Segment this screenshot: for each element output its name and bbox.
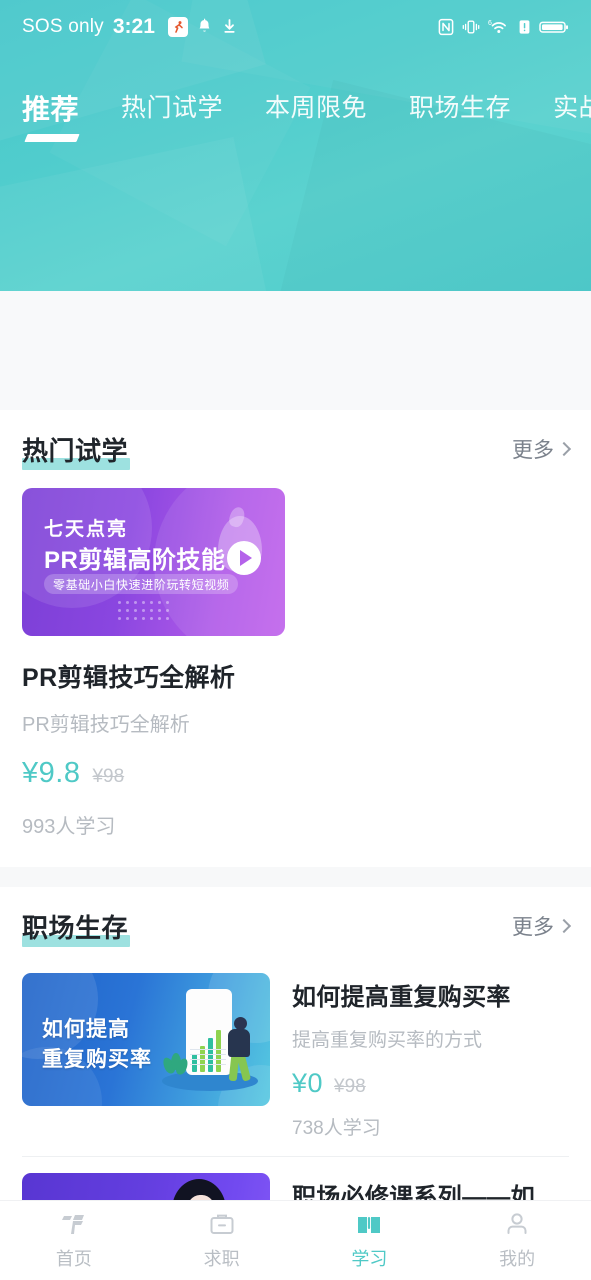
chevron-right-icon [556, 918, 572, 934]
nav-item-profile[interactable]: 我的 [443, 1210, 591, 1271]
course-info: 如何提高重复购买率 提高重复购买率的方式 ¥0 ¥98 738人学习 [292, 973, 569, 1140]
study-glyph-icon [59, 1210, 89, 1238]
tab-practical[interactable]: 实战 [553, 88, 591, 124]
price-row: ¥9.8 ¥98 [22, 757, 569, 790]
nav-item-study[interactable]: 学习 [296, 1210, 444, 1271]
course-thumbnail[interactable]: 如何提高 重复购买率 [22, 973, 270, 1106]
more-label: 更多 [512, 916, 554, 939]
section-workplace: 职场生存 更多 如何提高 重复购买率 如何提高重复购买率 提高重复购买率的方式 … [0, 887, 591, 1210]
section-title-wrap: 职场生存 [22, 908, 131, 947]
play-button[interactable] [227, 541, 261, 575]
more-link-workplace[interactable]: 更多 [512, 911, 572, 941]
sim-alert-icon [518, 18, 531, 36]
course-subtitle: PR剪辑技巧全解析 [22, 714, 190, 736]
download-icon [221, 18, 238, 36]
nav-label: 求职 [203, 1249, 240, 1269]
thumb-headline-2: 重复购买率 [42, 1048, 152, 1071]
section-title: 热门试学 [22, 435, 129, 466]
thumb-headline-2: PR剪辑高阶技能 [44, 547, 226, 574]
category-tab-bar[interactable]: 推荐 热门试学 本周限免 职场生存 实战 [0, 88, 591, 152]
nav-item-home[interactable]: 首页 [0, 1210, 148, 1271]
person-body [228, 1029, 250, 1057]
thumb-headline-1: 如何提高 [42, 1018, 130, 1041]
course-title: PR剪辑技巧全解析 [22, 664, 236, 692]
tab-label: 实战 [553, 94, 591, 122]
tab-label: 职场生存 [409, 94, 512, 122]
tab-label: 热门试学 [121, 94, 224, 122]
clock-label: 3:21 [112, 15, 155, 38]
chart-bar [216, 1030, 221, 1072]
section-title: 职场生存 [22, 912, 129, 943]
person-icon [502, 1210, 532, 1238]
nav-label: 首页 [55, 1249, 92, 1269]
status-bar: SOS only 3:21 6 [0, 0, 591, 54]
learner-count: 993人学习 [22, 816, 116, 838]
course-subtitle: 提高重复购买率的方式 [292, 1030, 483, 1051]
vibrate-icon [462, 18, 480, 36]
carrier-label: SOS only [22, 16, 104, 37]
tab-label: 推荐 [22, 94, 80, 125]
chevron-right-icon [556, 441, 572, 457]
app-running-icon [167, 17, 188, 37]
thumb-subtitle-pill: 零基础小白快速进阶玩转短视频 [44, 574, 239, 594]
section-title-wrap: 热门试学 [22, 431, 131, 470]
status-bar-right: 6 [438, 18, 569, 36]
nav-label: 我的 [499, 1249, 536, 1269]
book-icon [354, 1210, 384, 1238]
course-title: 如何提高重复购买率 [292, 984, 511, 1011]
tab-recommend[interactable]: 推荐 [22, 88, 80, 142]
phone-text-lines [190, 1049, 226, 1050]
original-price: ¥98 [334, 1076, 366, 1097]
chart-bar [208, 1038, 213, 1072]
current-price: ¥9.8 [22, 757, 81, 789]
tab-active-indicator [24, 134, 80, 142]
nav-item-jobs[interactable]: 求职 [148, 1210, 296, 1271]
tab-label: 本周限免 [265, 94, 368, 122]
nav-label: 学习 [351, 1249, 388, 1269]
section-header: 职场生存 更多 [22, 887, 572, 965]
svg-text:6: 6 [488, 20, 492, 27]
banner-carousel[interactable] [0, 291, 591, 410]
course-list-item[interactable]: 如何提高 重复购买率 如何提高重复购买率 提高重复购买率的方式 ¥0 ¥98 7… [22, 965, 569, 1140]
price-row: ¥0 ¥98 [292, 1068, 569, 1099]
current-price: ¥0 [292, 1068, 324, 1098]
chart-bar [192, 1054, 197, 1072]
tab-workplace[interactable]: 职场生存 [409, 88, 511, 124]
more-label: 更多 [512, 439, 554, 462]
bell-icon [196, 18, 213, 36]
thumb-headline-1: 七天点亮 [44, 519, 129, 540]
battery-icon [539, 18, 569, 36]
tab-week-free[interactable]: 本周限免 [265, 88, 367, 124]
thumb-dot-grid [118, 601, 174, 625]
status-bar-left: SOS only 3:21 [22, 15, 238, 39]
section-hot-trial: 热门试学 更多 七天点亮 PR剪辑高阶技能 零基础小白快速进阶玩转短视频 PR剪… [0, 410, 591, 839]
briefcase-icon [207, 1210, 237, 1238]
plant-illustration [160, 1053, 191, 1077]
more-link-hot-trial[interactable]: 更多 [512, 434, 572, 464]
learner-count: 738人学习 [292, 1118, 381, 1139]
section-divider [0, 867, 591, 887]
wifi-6-icon: 6 [488, 18, 510, 36]
section-header: 热门试学 更多 [22, 410, 572, 488]
content-scroll-area[interactable]: 热门试学 更多 七天点亮 PR剪辑高阶技能 零基础小白快速进阶玩转短视频 PR剪… [0, 410, 591, 1210]
original-price: ¥98 [92, 766, 125, 787]
tab-hot-trial[interactable]: 热门试学 [121, 88, 223, 124]
nfc-icon [438, 18, 454, 36]
person-head [234, 1017, 247, 1030]
featured-course-card[interactable]: 七天点亮 PR剪辑高阶技能 零基础小白快速进阶玩转短视频 PR剪辑技巧全解析 P… [22, 488, 569, 839]
bottom-navigation-bar[interactable]: 首页 求职 学习 我的 [0, 1200, 591, 1280]
course-thumbnail[interactable]: 七天点亮 PR剪辑高阶技能 零基础小白快速进阶玩转短视频 [22, 488, 285, 636]
